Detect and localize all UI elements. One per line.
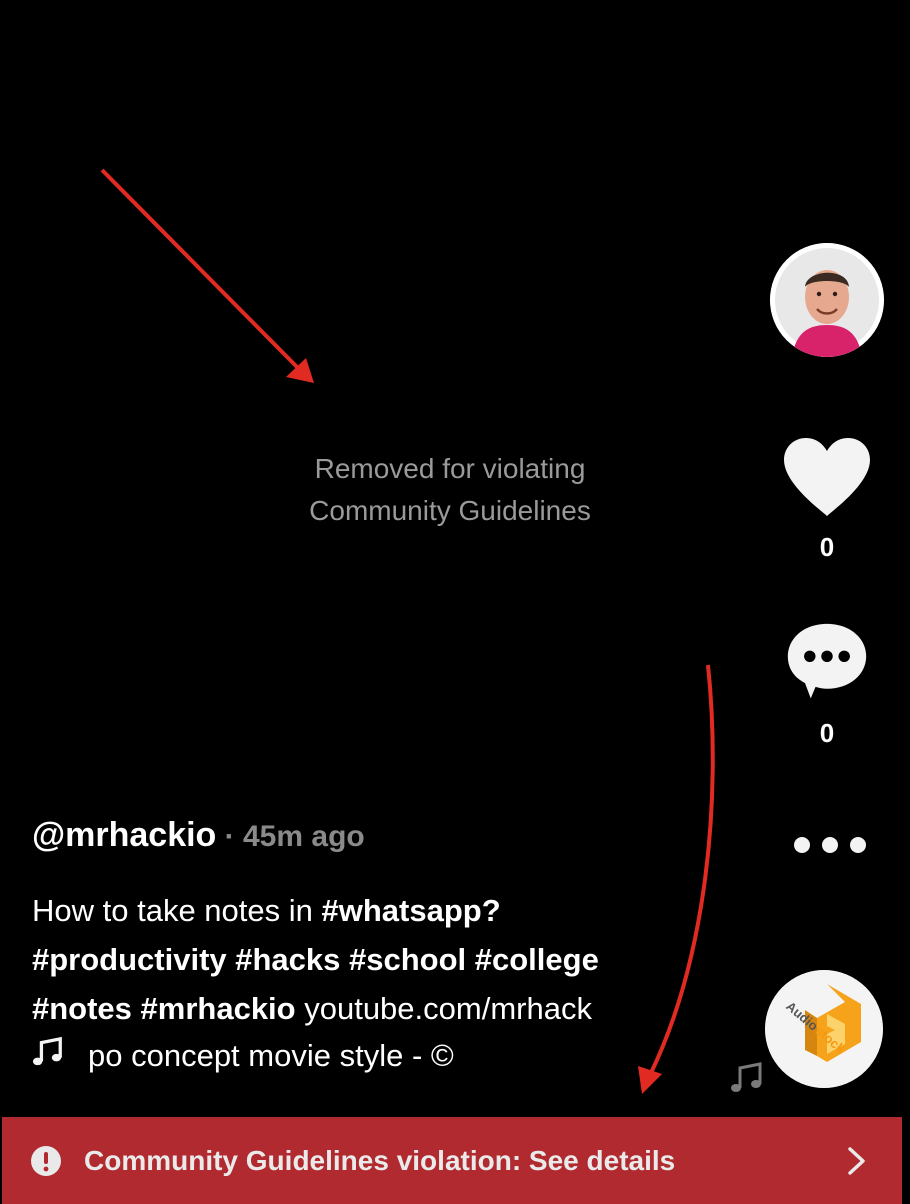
separator: ·: [216, 820, 243, 853]
author-handle[interactable]: @mrhackio: [32, 816, 216, 854]
author-line: @mrhackio · 45m ago: [32, 810, 692, 862]
hashtag-line[interactable]: #productivity #hacks #school #college: [32, 942, 599, 977]
video-description: How to take notes in #whatsapp? #product…: [32, 886, 692, 1033]
alert-icon: [31, 1145, 61, 1176]
more-options-button[interactable]: [790, 830, 870, 860]
description-line-2: #productivity #hacks #school #college: [32, 935, 692, 984]
creator-avatar[interactable]: [770, 243, 884, 357]
description-line-1: How to take notes in #whatsapp?: [32, 886, 692, 935]
chevron-right-icon: [848, 1146, 865, 1175]
music-note-icon: [32, 1036, 88, 1076]
sound-disc[interactable]: Audio stock: [765, 970, 883, 1088]
like-button[interactable]: [782, 436, 872, 518]
annotation-arrow-top: [100, 168, 314, 383]
sound-title: po concept movie style - ©: [88, 1038, 454, 1073]
post-time: 45m ago: [243, 820, 365, 853]
removed-message: Removed for violating Community Guidelin…: [250, 448, 650, 532]
hashtag-whatsapp[interactable]: #whatsapp?: [322, 893, 501, 928]
comment-icon: [787, 623, 867, 699]
avatar-photo: [770, 243, 884, 357]
video-screen[interactable]: Removed for violating Community Guidelin…: [0, 0, 910, 1204]
profile-link[interactable]: youtube.com/mrhack: [296, 991, 592, 1026]
description-line-3: #notes #mrhackio youtube.com/mrhack: [32, 984, 692, 1033]
violation-label: Community Guidelines violation: See deta…: [84, 1144, 676, 1176]
ellipsis-icon: [794, 837, 866, 853]
like-count: 0: [819, 532, 835, 562]
comment-count: 0: [819, 718, 835, 748]
audiostock-logo: Audio stock: [765, 970, 883, 1088]
violation-banner[interactable]: Community Guidelines violation: See deta…: [2, 1117, 902, 1204]
removed-message-line1: Removed for violating: [314, 453, 586, 484]
hashtag-line-2[interactable]: #notes #mrhackio: [32, 991, 296, 1026]
removed-message-line2: Community Guidelines: [309, 495, 591, 526]
music-note-icon: [728, 1058, 768, 1098]
heart-icon: [784, 438, 870, 516]
action-rail: 0 0 Audio stock: [731, 240, 895, 1100]
comment-button[interactable]: [784, 620, 874, 710]
description-text: How to take notes in: [32, 893, 322, 928]
sound-ticker[interactable]: po concept movie style - ©: [32, 1036, 512, 1084]
video-caption: @mrhackio · 45m ago How to take notes in…: [32, 810, 692, 1033]
